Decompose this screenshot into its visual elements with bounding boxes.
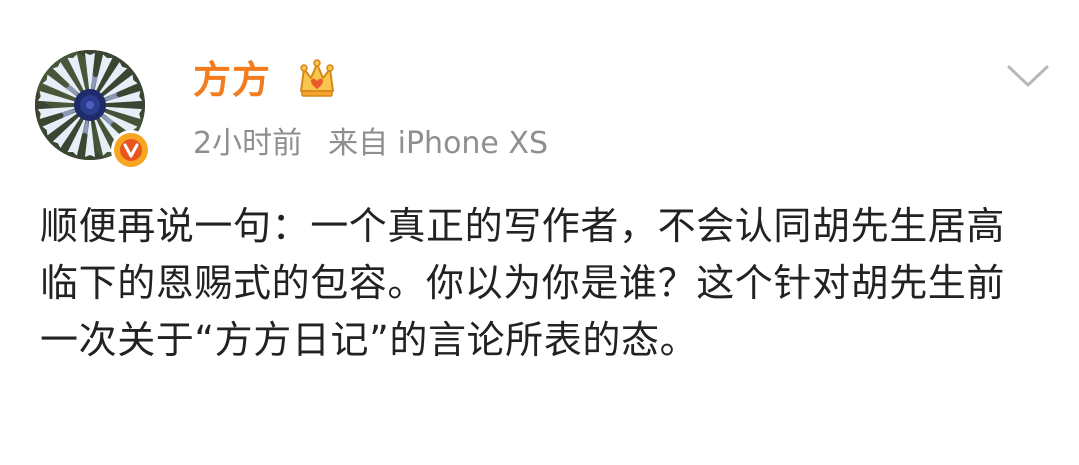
post-content: 顺便再说一句：一个真正的写作者，不会认同胡先生居高临下的恩赐式的包容。你以为你是…: [40, 204, 1006, 362]
weibo-post: 方方 2小时前 来自 iPhone XS 顺便再说一句：一个真正的写作者，不会认同…: [0, 0, 1079, 465]
verified-badge-icon: [111, 130, 151, 170]
chevron-down-icon[interactable]: [1006, 62, 1050, 92]
post-source: 来自 iPhone XS: [328, 126, 549, 161]
username[interactable]: 方方: [193, 56, 271, 104]
crown-member-icon[interactable]: [296, 58, 338, 100]
post-meta: 2小时前 来自 iPhone XS: [193, 124, 548, 164]
avatar[interactable]: [35, 50, 153, 170]
post-time: 2小时前: [193, 126, 303, 161]
